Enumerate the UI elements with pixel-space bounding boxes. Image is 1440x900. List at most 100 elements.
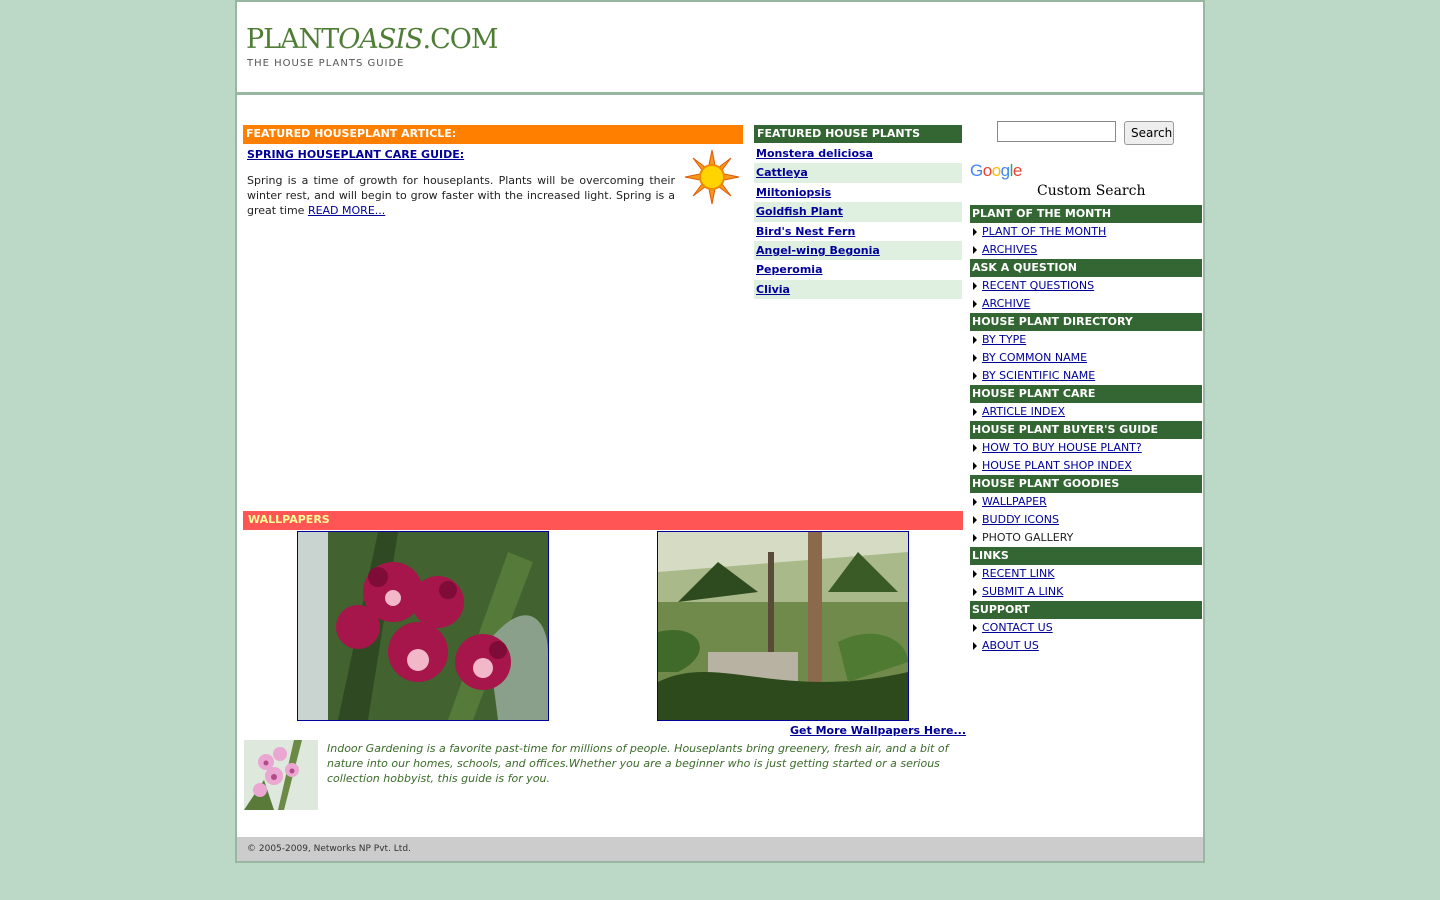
nav-heading-care: HOUSE PLANT CARE	[970, 385, 1202, 403]
arrow-right-icon	[973, 588, 977, 596]
nav-item-how-to-buy[interactable]: HOW TO BUY HOUSE PLANT?	[970, 439, 1202, 457]
orchid-thumbnail-graphic	[244, 740, 318, 810]
featured-plant-item[interactable]: Clivia	[754, 279, 962, 300]
nav-heading-goodies: HOUSE PLANT GOODIES	[970, 475, 1202, 493]
nav-heading-directory: HOUSE PLANT DIRECTORY	[970, 313, 1202, 331]
search-button[interactable]: Search	[1124, 121, 1174, 145]
nav-item-archives[interactable]: ARCHIVES	[970, 241, 1202, 259]
nav-item-article-index[interactable]: ARTICLE INDEX	[970, 403, 1202, 421]
wallpaper-orchid-image[interactable]	[297, 531, 549, 721]
nav-link[interactable]: HOW TO BUY HOUSE PLANT?	[982, 441, 1142, 454]
nav-link[interactable]: CONTACT US	[982, 621, 1053, 634]
nav-heading-plant-of-month: PLANT OF THE MONTH	[970, 205, 1202, 223]
featured-plant-item[interactable]: Angel-wing Begonia	[754, 240, 962, 261]
google-logo-letter: e	[1012, 161, 1022, 180]
featured-plant-link[interactable]: Goldfish Plant	[756, 205, 843, 218]
google-logo-letter: o	[982, 161, 992, 180]
footer: © 2005-2009, Networks NP Pvt. Ltd.	[237, 837, 1203, 861]
featured-plant-item[interactable]: Peperomia	[754, 260, 962, 279]
nav-link[interactable]: ARCHIVES	[982, 243, 1037, 256]
featured-plant-link[interactable]: Bird's Nest Fern	[756, 225, 855, 238]
nav-link[interactable]: HOUSE PLANT SHOP INDEX	[982, 459, 1132, 472]
arrow-right-icon	[973, 444, 977, 452]
arrow-right-icon	[973, 624, 977, 632]
nav-item-shop-index[interactable]: HOUSE PLANT SHOP INDEX	[970, 457, 1202, 475]
conservatory-wallpaper-graphic	[658, 532, 908, 720]
arrow-right-icon	[973, 300, 977, 308]
nav-label: PHOTO GALLERY	[982, 531, 1074, 544]
featured-article-summary: Spring is a time of growth for houseplan…	[247, 173, 675, 218]
copyright-text: © 2005-2009, Networks NP Pvt. Ltd.	[247, 844, 411, 854]
nav-item-by-common-name[interactable]: BY COMMON NAME	[970, 349, 1202, 367]
page: PLANTOASIS.COM THE HOUSE PLANTS GUIDE FE…	[235, 0, 1205, 863]
featured-plant-link[interactable]: Peperomia	[756, 263, 823, 276]
nav-item-contact-us[interactable]: CONTACT US	[970, 619, 1202, 637]
sidebar-nav: PLANT OF THE MONTH PLANT OF THE MONTH AR…	[970, 205, 1202, 655]
google-logo-letter: G	[970, 161, 983, 180]
nav-item-plant-of-month[interactable]: PLANT OF THE MONTH	[970, 223, 1202, 241]
featured-plant-item[interactable]: Monstera deliciosa	[754, 144, 962, 163]
arrow-right-icon	[973, 570, 977, 578]
arrow-right-icon	[973, 372, 977, 380]
arrow-right-icon	[973, 498, 977, 506]
featured-plant-link[interactable]: Angel-wing Begonia	[756, 244, 880, 257]
arrow-right-icon	[973, 246, 977, 254]
arrow-right-icon	[973, 642, 977, 650]
featured-article-title-link[interactable]: SPRING HOUSEPLANT CARE GUIDE:	[247, 148, 464, 161]
nav-link[interactable]: BY TYPE	[982, 333, 1026, 346]
nav-link[interactable]: ABOUT US	[982, 639, 1039, 652]
arrow-right-icon	[973, 282, 977, 290]
nav-item-submit-link[interactable]: SUBMIT A LINK	[970, 583, 1202, 601]
arrow-right-icon	[973, 408, 977, 416]
nav-link[interactable]: RECENT QUESTIONS	[982, 279, 1094, 292]
featured-plant-link[interactable]: Cattleya	[756, 166, 808, 179]
featured-plant-link[interactable]: Clivia	[756, 283, 790, 296]
nav-link[interactable]: ARTICLE INDEX	[982, 405, 1065, 418]
site-logo[interactable]: PLANTOASIS.COM	[246, 24, 499, 55]
nav-link[interactable]: ARCHIVE	[982, 297, 1030, 310]
nav-item-by-scientific-name[interactable]: BY SCIENTIFIC NAME	[970, 367, 1202, 385]
featured-plant-link[interactable]: Monstera deliciosa	[756, 147, 873, 160]
read-more-link[interactable]: READ MORE...	[308, 204, 385, 217]
intro-text: Indoor Gardening is a favorite past-time…	[327, 742, 949, 785]
nav-link[interactable]: BY COMMON NAME	[982, 351, 1087, 364]
nav-item-recent-link[interactable]: RECENT LINK	[970, 565, 1202, 583]
nav-item-about-us[interactable]: ABOUT US	[970, 637, 1202, 655]
wallpapers-heading: WALLPAPERS	[243, 511, 963, 530]
nav-item-wallpaper[interactable]: WALLPAPER	[970, 493, 1202, 511]
google-logo-letter: o	[991, 161, 1001, 180]
orchid-thumbnail-image	[244, 740, 318, 810]
nav-link[interactable]: BY SCIENTIFIC NAME	[982, 369, 1095, 382]
featured-plants-list: Monstera deliciosa Cattleya Miltoniopsis…	[754, 144, 962, 300]
nav-link[interactable]: RECENT LINK	[982, 567, 1054, 580]
featured-plants-heading: FEATURED HOUSE PLANTS	[754, 125, 962, 143]
nav-heading-buyers-guide: HOUSE PLANT BUYER'S GUIDE	[970, 421, 1202, 439]
arrow-right-icon	[973, 354, 977, 362]
nav-link[interactable]: WALLPAPER	[982, 495, 1047, 508]
nav-item-archive[interactable]: ARCHIVE	[970, 295, 1202, 313]
arrow-right-icon	[973, 534, 977, 542]
featured-plant-item[interactable]: Miltoniopsis	[754, 183, 962, 202]
logo-text-oasis: OASIS	[338, 24, 423, 55]
nav-link[interactable]: PLANT OF THE MONTH	[982, 225, 1106, 238]
featured-plant-item[interactable]: Bird's Nest Fern	[754, 222, 962, 241]
more-wallpapers-link[interactable]: Get More Wallpapers Here...	[790, 724, 966, 737]
search-input[interactable]	[997, 121, 1116, 142]
nav-item-by-type[interactable]: BY TYPE	[970, 331, 1202, 349]
google-logo-letter: g	[1000, 161, 1010, 180]
wallpaper-conservatory-image[interactable]	[657, 531, 909, 721]
featured-plant-item[interactable]: Goldfish Plant	[754, 202, 962, 222]
arrow-right-icon	[973, 462, 977, 470]
nav-heading-ask-question: ASK A QUESTION	[970, 259, 1202, 277]
nav-item-buddy-icons[interactable]: BUDDY ICONS	[970, 511, 1202, 529]
site-tagline: THE HOUSE PLANTS GUIDE	[247, 58, 405, 69]
featured-article-heading: FEATURED HOUSEPLANT ARTICLE:	[243, 125, 743, 144]
header-divider	[237, 92, 1203, 95]
nav-link[interactable]: SUBMIT A LINK	[982, 585, 1063, 598]
nav-link[interactable]: BUDDY ICONS	[982, 513, 1059, 526]
featured-plant-link[interactable]: Miltoniopsis	[756, 186, 831, 199]
nav-item-recent-questions[interactable]: RECENT QUESTIONS	[970, 277, 1202, 295]
featured-plant-item[interactable]: Cattleya	[754, 163, 962, 183]
nav-item-photo-gallery: PHOTO GALLERY	[970, 529, 1202, 547]
google-logo: Google	[970, 161, 1022, 181]
